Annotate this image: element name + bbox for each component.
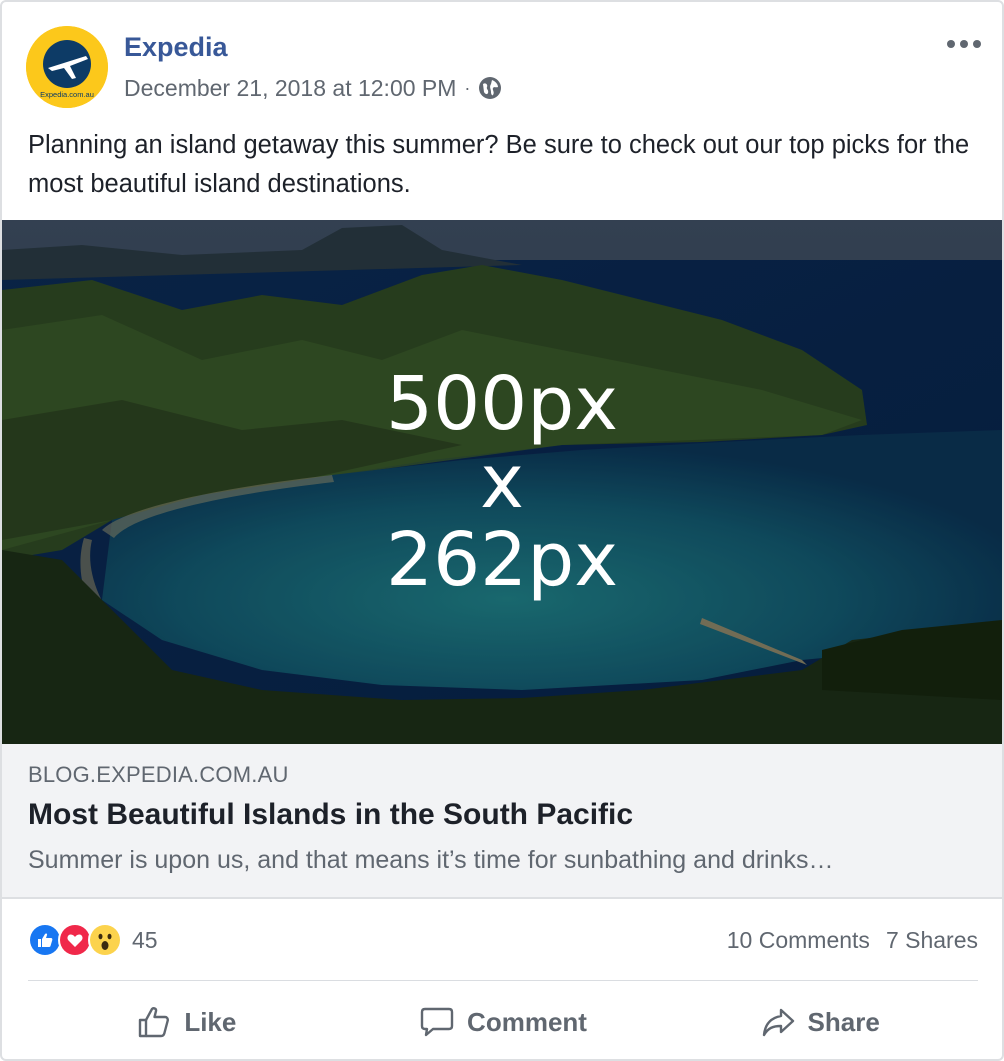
comments-count-link[interactable]: 10 Comments bbox=[727, 927, 870, 954]
globe-icon[interactable] bbox=[478, 76, 502, 100]
reactions-summary[interactable]: 45 bbox=[28, 920, 158, 960]
love-reaction-icon bbox=[58, 923, 92, 957]
meta-separator: · bbox=[464, 77, 471, 98]
shares-count-link[interactable]: 7 Shares bbox=[886, 927, 978, 954]
post-image[interactable]: 500px x 262px bbox=[2, 220, 1002, 744]
more-options-icon[interactable] bbox=[944, 30, 984, 58]
link-preview[interactable]: BLOG.EXPEDIA.COM.AU Most Beautiful Islan… bbox=[2, 744, 1002, 899]
image-caption-line2: x bbox=[480, 439, 524, 525]
link-domain: BLOG.EXPEDIA.COM.AU bbox=[28, 762, 289, 787]
share-button-label: Share bbox=[807, 1006, 880, 1037]
post-actions: Like Comment Share bbox=[28, 987, 978, 1057]
page-name-link[interactable]: Expedia bbox=[124, 32, 228, 63]
actions-divider bbox=[28, 980, 978, 981]
image-caption-line3: 262px bbox=[385, 517, 618, 603]
like-reaction-icon bbox=[28, 923, 62, 957]
post-header: Expedia.com.au Expedia December 21, 2018… bbox=[2, 2, 1002, 122]
like-button[interactable]: Like bbox=[28, 987, 345, 1057]
facebook-post-card: Expedia.com.au Expedia December 21, 2018… bbox=[0, 0, 1004, 1061]
share-button[interactable]: Share bbox=[661, 987, 978, 1057]
comment-button[interactable]: Comment bbox=[345, 987, 662, 1057]
comment-button-label: Comment bbox=[467, 1006, 587, 1037]
expedia-logo-icon: Expedia.com.au bbox=[26, 26, 108, 108]
thumbs-up-icon bbox=[139, 1007, 170, 1038]
comment-bubble-icon bbox=[420, 1007, 454, 1037]
post-timestamp[interactable]: December 21, 2018 at 12:00 PM bbox=[124, 75, 456, 102]
link-description: Summer is upon us, and that means it’s t… bbox=[28, 846, 834, 874]
wow-reaction-icon bbox=[88, 923, 122, 957]
link-title[interactable]: Most Beautiful Islands in the South Paci… bbox=[28, 798, 633, 832]
engagement-counts: 10 Comments 7 Shares bbox=[727, 920, 978, 960]
image-caption-line1: 500px bbox=[385, 361, 618, 447]
avatar-text: Expedia.com.au bbox=[40, 90, 94, 99]
image-size-caption: 500px x 262px bbox=[2, 220, 1002, 744]
reaction-count: 45 bbox=[132, 926, 158, 953]
avatar[interactable]: Expedia.com.au bbox=[26, 26, 108, 108]
post-meta: December 21, 2018 at 12:00 PM · bbox=[124, 72, 502, 104]
post-text: Planning an island getaway this summer? … bbox=[28, 131, 970, 198]
share-arrow-icon bbox=[762, 1008, 794, 1037]
like-button-label: Like bbox=[184, 1006, 237, 1037]
post-stats: 45 10 Comments 7 Shares bbox=[28, 920, 978, 960]
